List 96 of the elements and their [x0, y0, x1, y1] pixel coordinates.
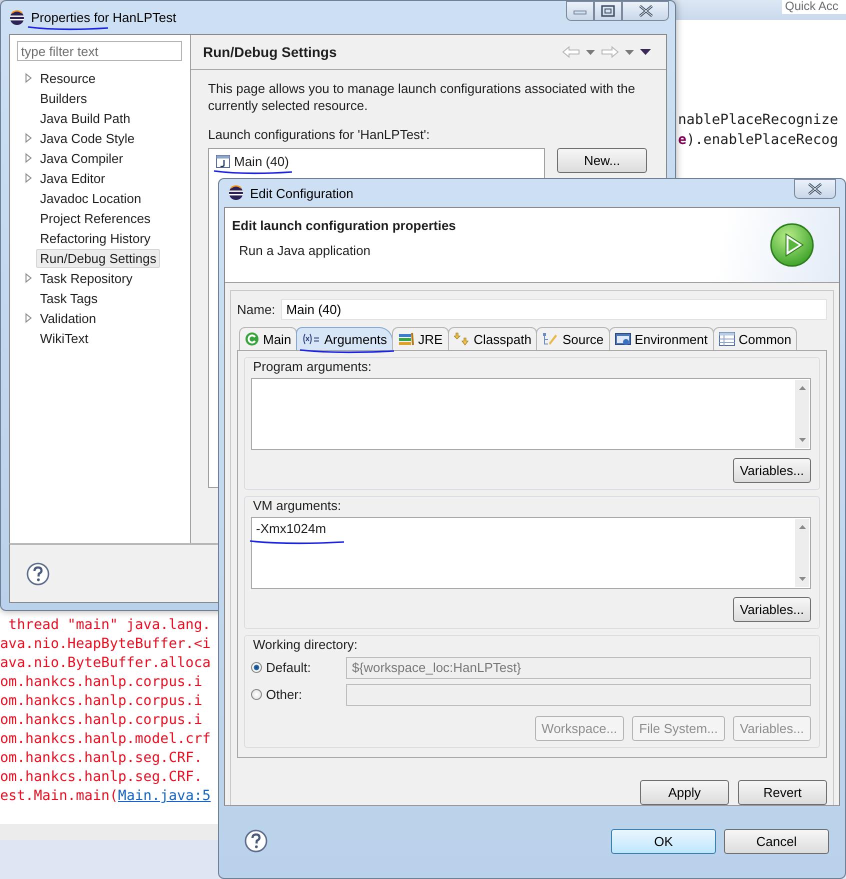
name-field[interactable]: Main (40): [281, 299, 827, 320]
tree-item[interactable]: Project References: [36, 208, 155, 228]
field-label: Name:: [237, 302, 276, 317]
caret-icon: [586, 50, 595, 54]
action-button[interactable]: Apply: [640, 780, 729, 805]
java-file-icon: [216, 154, 230, 168]
code-line: e).enablePlaceRecog: [678, 131, 838, 150]
app-icon: [9, 10, 25, 26]
tab[interactable]: Common: [712, 327, 798, 350]
new-button[interactable]: New...: [557, 148, 647, 173]
tree-item[interactable]: Builders: [36, 88, 91, 108]
text-area[interactable]: -Xmx1024m: [251, 517, 811, 589]
tree-item[interactable]: Java Build Path: [36, 108, 134, 128]
app-icon: [228, 185, 244, 201]
tab[interactable]: Main: [239, 327, 298, 350]
console-line: ava.nio.ByteBuffer.alloca: [0, 654, 211, 673]
caret-icon: [625, 50, 634, 54]
table-icon: [718, 332, 735, 346]
description-text: This page allows you to manage launch configurations associated with the currently selected resource.: [208, 80, 636, 114]
tree-item[interactable]: Refactoring History: [36, 228, 155, 248]
console-line: om.hankcs.hanlp.seg.CRF.: [0, 768, 204, 787]
radio-button[interactable]: [251, 662, 262, 673]
variable-icon: [302, 333, 320, 345]
close-button[interactable]: [622, 1, 669, 21]
back-button[interactable]: [561, 46, 581, 58]
tree-item[interactable]: Java Editor: [36, 168, 110, 188]
dialog-button[interactable]: OK: [611, 828, 716, 854]
close-icon: [638, 5, 654, 17]
variables-button[interactable]: Variables...: [732, 458, 811, 483]
help-icon: [26, 562, 50, 586]
tree-item[interactable]: Java Compiler: [36, 148, 128, 168]
caret-icon: [640, 49, 651, 55]
window-title: Edit Configuration: [250, 186, 354, 200]
maximize-icon: [601, 5, 615, 17]
dialog-heading: Edit launch configuration properties: [232, 218, 456, 233]
window-title: Properties for HanLPTest: [31, 10, 176, 25]
forward-button[interactable]: [600, 46, 620, 58]
close-icon: [807, 183, 823, 195]
list-item[interactable]: Main (40): [212, 151, 293, 171]
tree-item[interactable]: WikiText: [36, 328, 92, 348]
console-link[interactable]: Main.java:5: [118, 788, 211, 804]
radio-label: Other:: [266, 687, 304, 702]
tab[interactable]: Classpath: [448, 327, 538, 350]
variables-button[interactable]: Variables...: [732, 597, 811, 622]
maximize-button[interactable]: [594, 1, 622, 21]
scroll-down-icon: [798, 577, 806, 581]
filter-field[interactable]: type filter text: [17, 41, 182, 61]
page-title: Run/Debug Settings: [203, 44, 337, 60]
back-arrow-icon: [562, 46, 580, 58]
group-label: Program arguments:: [253, 359, 372, 374]
radio-button[interactable]: [251, 689, 262, 700]
tree-item[interactable]: Validation: [36, 308, 100, 328]
tree-item[interactable]: Run/Debug Settings: [36, 248, 160, 268]
list-label: Launch configurations for 'HanLPTest':: [208, 127, 431, 142]
console-line: thread "main" java.lang.: [7, 616, 211, 635]
action-button[interactable]: Revert: [738, 780, 827, 805]
quick-access-field[interactable]: Quick Acc: [782, 0, 846, 14]
view-menu-button[interactable]: [639, 49, 652, 55]
dropdown-button[interactable]: [624, 50, 635, 54]
classpath-icon: [454, 332, 470, 346]
library-icon: [398, 332, 414, 346]
tree-item[interactable]: Resource: [36, 68, 100, 88]
console-line: om.hankcs.hanlp.corpus.i: [0, 711, 204, 730]
tree-item[interactable]: Task Tags: [36, 288, 102, 308]
radio-label: Default:: [266, 660, 312, 675]
help-button[interactable]: [26, 562, 50, 586]
close-button[interactable]: [794, 179, 836, 199]
group-label: Working directory:: [253, 637, 358, 652]
source-icon: [542, 332, 558, 346]
help-button[interactable]: [244, 829, 268, 853]
scroll-up-icon: [798, 386, 806, 390]
tree-item[interactable]: Java Code Style: [36, 128, 139, 148]
tree-item[interactable]: Task Repository: [36, 268, 136, 288]
window-icon: [614, 332, 631, 346]
play-icon: [769, 222, 815, 268]
console-line: est.Main.main(: [0, 788, 118, 804]
code-line: nablePlaceRecognize: [678, 111, 838, 130]
text-area[interactable]: [251, 378, 811, 450]
refresh-icon: [245, 332, 259, 346]
scrollbar[interactable]: [795, 380, 809, 448]
console-line: om.hankcs.hanlp.seg.CRF.: [0, 749, 204, 768]
forward-arrow-icon: [601, 46, 619, 58]
console-line: om.hankcs.hanlp.model.crf: [0, 730, 211, 749]
scroll-down-icon: [798, 438, 806, 442]
console-line: ava.nio.HeapByteBuffer.<i: [0, 635, 211, 654]
tab[interactable]: JRE: [392, 327, 449, 350]
scrollbar[interactable]: [795, 519, 809, 587]
help-icon: [244, 829, 268, 853]
console-line: om.hankcs.hanlp.corpus.i: [0, 692, 204, 711]
console-line: om.hankcs.hanlp.corpus.i: [0, 673, 204, 692]
tree-item[interactable]: Javadoc Location: [36, 188, 146, 208]
dialog-button[interactable]: Cancel: [724, 828, 829, 854]
dialog-subtitle: Run a Java application: [238, 243, 372, 258]
group-label: VM arguments:: [253, 498, 342, 513]
dropdown-button[interactable]: [585, 50, 596, 54]
scroll-up-icon: [798, 525, 806, 529]
